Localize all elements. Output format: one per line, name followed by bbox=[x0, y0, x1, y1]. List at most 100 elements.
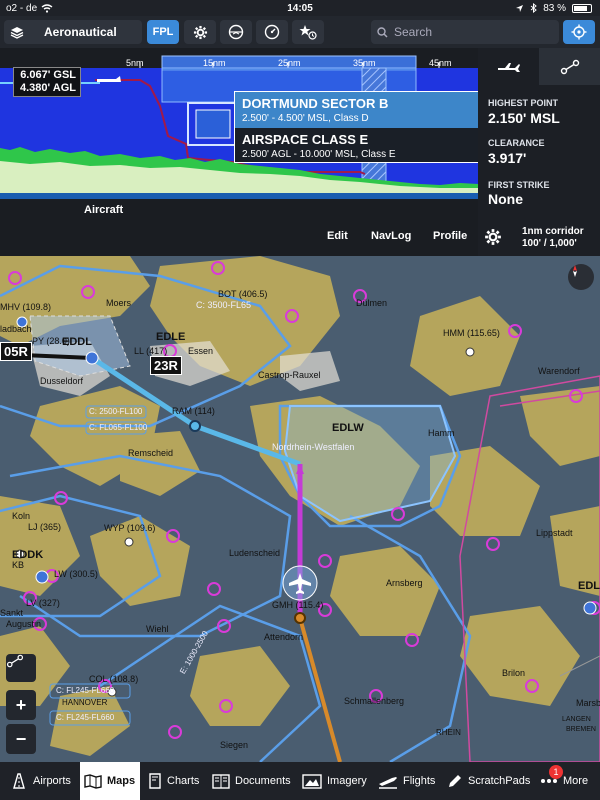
waypoint-gmh[interactable] bbox=[294, 612, 306, 624]
takeoff-icon bbox=[379, 776, 397, 789]
route-next-leg bbox=[298, 617, 342, 762]
map-label: WYP (109.6) bbox=[104, 523, 156, 533]
crosshair-icon bbox=[571, 24, 587, 40]
map-label: Wiehl bbox=[146, 624, 169, 634]
nav-more[interactable]: More bbox=[540, 762, 588, 800]
map-label: Ludenscheid bbox=[229, 548, 281, 558]
nav-label: Imagery bbox=[327, 775, 367, 787]
profile-toolbar: Edit NavLog Profile bbox=[0, 218, 478, 256]
tab-profile[interactable]: Profile bbox=[433, 230, 467, 242]
search-field[interactable]: Search bbox=[371, 20, 559, 44]
runway-label-23r[interactable]: 23R bbox=[150, 356, 182, 375]
nav-label: More bbox=[563, 775, 589, 787]
map-label: RHEIN bbox=[436, 728, 461, 737]
map-label: Schmallenberg bbox=[344, 696, 405, 706]
battery-percent: 83 % bbox=[543, 2, 566, 14]
map-label: HMM (115.65) bbox=[443, 328, 500, 338]
nav-label: ScratchPads bbox=[468, 775, 531, 787]
map-label: KB bbox=[12, 560, 25, 570]
map-label: Remscheid bbox=[128, 448, 174, 458]
highest-point-value: 2.150' MSL bbox=[488, 110, 560, 126]
route-tool-button[interactable] bbox=[6, 654, 36, 682]
stats-tabs bbox=[478, 48, 600, 85]
layer-label: Aeronautical bbox=[44, 25, 117, 39]
airplane-icon bbox=[497, 62, 520, 72]
map-label: Moers bbox=[106, 298, 132, 308]
zoom-in-button[interactable]: + bbox=[6, 690, 36, 720]
nav-documents[interactable]: Documents bbox=[212, 762, 291, 800]
gsl-readout: 6.067' GSL bbox=[20, 69, 76, 81]
search-icon bbox=[377, 26, 388, 38]
gps-button[interactable] bbox=[563, 20, 595, 44]
nav-label: Charts bbox=[167, 775, 200, 787]
map-label: Siegen bbox=[220, 740, 249, 750]
map-label: Augustin bbox=[6, 619, 42, 629]
nav-charts[interactable]: Charts bbox=[148, 762, 199, 800]
runway-label-05r[interactable]: 05R bbox=[0, 342, 32, 361]
layers-icon bbox=[10, 26, 24, 39]
runway-icon bbox=[13, 773, 25, 789]
nav-scratchpads[interactable]: ScratchPads bbox=[447, 762, 530, 800]
popup-detail: 2.500' AGL - 10.000' MSL, Class E bbox=[242, 149, 396, 160]
fpl-button[interactable]: FPL bbox=[147, 20, 179, 44]
more-badge: 1 bbox=[549, 765, 563, 779]
distance-label-35nm: 35nm bbox=[353, 58, 376, 68]
instruments-button[interactable] bbox=[220, 20, 252, 44]
map-label: Lippstadt bbox=[536, 528, 573, 538]
popup-detail: 2.500' - 4.500' MSL, Class D bbox=[242, 113, 369, 124]
bottom-nav: Airports Maps Charts Documents Imagery F… bbox=[0, 762, 600, 800]
popup-item-class-e[interactable]: AIRSPACE CLASS E 2.500' AGL - 10.000' MS… bbox=[235, 128, 487, 162]
map-label: C: FL245-FL660 bbox=[56, 686, 115, 695]
compass-button[interactable] bbox=[568, 264, 594, 290]
nav-maps[interactable]: Maps bbox=[80, 762, 140, 800]
map-label: C: FL245-FL660 bbox=[56, 713, 115, 722]
map-label: Castrop-Rauxel bbox=[258, 370, 321, 380]
tab-navlog[interactable]: NavLog bbox=[371, 230, 411, 242]
layer-selector-button[interactable]: Aeronautical bbox=[4, 20, 142, 44]
status-bar: o2 - de 14:05 83 % bbox=[0, 0, 600, 16]
nav-airports[interactable]: Airports bbox=[10, 762, 71, 800]
distance-label-25nm: 25nm bbox=[278, 58, 301, 68]
airspace-popup[interactable]: DORTMUND SECTOR B 2.500' - 4.500' MSL, C… bbox=[234, 91, 488, 163]
nav-label: Documents bbox=[235, 775, 291, 787]
minus-icon: − bbox=[15, 728, 27, 749]
popup-item-sector-b[interactable]: DORTMUND SECTOR B 2.500' - 4.500' MSL, C… bbox=[235, 92, 487, 128]
nav-label: Airports bbox=[33, 775, 71, 787]
nav-flights[interactable]: Flights bbox=[378, 762, 435, 800]
corridor-width: 1nm corridor bbox=[522, 226, 584, 237]
map-label: Hamm bbox=[428, 428, 455, 438]
map-label: LV (327) bbox=[26, 598, 60, 608]
map-label: BREMEN bbox=[566, 726, 596, 733]
map-label: Arnsberg bbox=[386, 578, 423, 588]
waypoint-ram[interactable] bbox=[189, 420, 201, 432]
map-label: Koln bbox=[12, 511, 31, 521]
map-label: Nordrhein-Westfalen bbox=[272, 442, 355, 452]
gauge-button[interactable] bbox=[256, 20, 288, 44]
battery-fill bbox=[574, 5, 588, 11]
corridor-settings-gear-icon[interactable] bbox=[484, 228, 502, 246]
clearance-label: CLEARANCE bbox=[488, 138, 545, 148]
first-strike-label: FIRST STRIKE bbox=[488, 180, 550, 190]
plus-icon: + bbox=[15, 694, 27, 715]
clock: 14:05 bbox=[287, 2, 313, 14]
map-label: LJ (365) bbox=[28, 522, 62, 532]
attitude-indicator-icon bbox=[228, 24, 244, 40]
map-view[interactable]: Moers BOT (406.5) Dülmen MHV (109.8) C: … bbox=[0, 256, 600, 762]
first-strike-value: None bbox=[488, 191, 523, 207]
battery-icon bbox=[572, 3, 592, 13]
corridor-settings[interactable]: 1nm corridor 100' / 1,000' bbox=[522, 226, 584, 250]
favorites-recent-button[interactable] bbox=[292, 20, 324, 44]
settings-button[interactable] bbox=[184, 20, 216, 44]
highest-point-label: HIGHEST POINT bbox=[488, 98, 559, 108]
map-label: Brilon bbox=[502, 668, 526, 678]
route-icon bbox=[560, 59, 579, 74]
document-icon bbox=[212, 773, 230, 789]
map-label: Dülmen bbox=[356, 298, 388, 308]
tab-aircraft-profile[interactable] bbox=[478, 48, 539, 85]
bluetooth-icon bbox=[530, 3, 538, 13]
zoom-out-button[interactable]: − bbox=[6, 724, 36, 754]
tab-edit[interactable]: Edit bbox=[327, 230, 348, 242]
tab-route-profile[interactable] bbox=[539, 48, 600, 85]
map-label: ladbach bbox=[0, 324, 32, 334]
nav-imagery[interactable]: Imagery bbox=[302, 762, 367, 800]
